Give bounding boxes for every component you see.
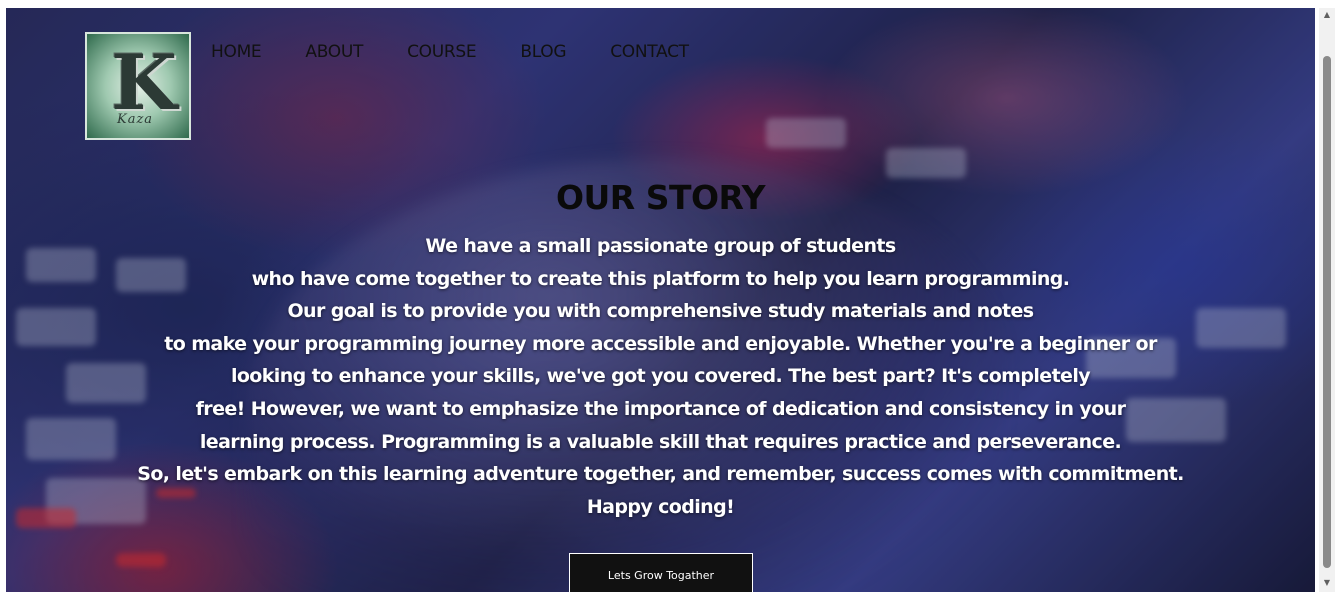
browser-viewport: K Kaza HOME ABOUT COURSE BLOG CONTACT OU… [0, 0, 1335, 592]
nav-item-blog[interactable]: BLOG [520, 42, 566, 62]
story-line: free! However, we want to emphasize the … [195, 397, 1126, 420]
nav-item-contact[interactable]: CONTACT [610, 42, 689, 62]
story-line: So, let's embark on this learning advent… [137, 463, 1184, 486]
main-nav: HOME ABOUT COURSE BLOG CONTACT [211, 42, 689, 62]
story-body: We have a small passionate group of stud… [6, 230, 1315, 523]
story-line: Our goal is to provide you with comprehe… [287, 300, 1034, 323]
story-line: learning process. Programming is a valua… [199, 430, 1122, 453]
story-line: to make your programming journey more ac… [164, 332, 1157, 355]
page-scrollbar[interactable]: ▲ ▼ [1319, 8, 1335, 592]
story-line: We have a small passionate group of stud… [425, 235, 896, 257]
scrollbar-thumb[interactable] [1323, 56, 1331, 568]
scroll-down-icon[interactable]: ▼ [1322, 578, 1332, 588]
scroll-up-icon[interactable]: ▲ [1322, 10, 1332, 20]
hero-section: K Kaza HOME ABOUT COURSE BLOG CONTACT OU… [6, 8, 1315, 592]
grow-together-button[interactable]: Lets Grow Togather [569, 553, 753, 592]
story-line: looking to enhance your skills, we've go… [230, 365, 1091, 388]
story-line: who have come together to create this pl… [251, 267, 1070, 290]
logo-script: Kaza [117, 112, 154, 127]
site-logo[interactable]: K Kaza [85, 32, 191, 140]
nav-item-about[interactable]: ABOUT [305, 42, 363, 62]
nav-item-course[interactable]: COURSE [407, 42, 477, 62]
story-line: Happy coding! [586, 495, 735, 518]
story-title: OUR STORY [555, 178, 766, 217]
nav-item-home[interactable]: HOME [211, 42, 262, 62]
